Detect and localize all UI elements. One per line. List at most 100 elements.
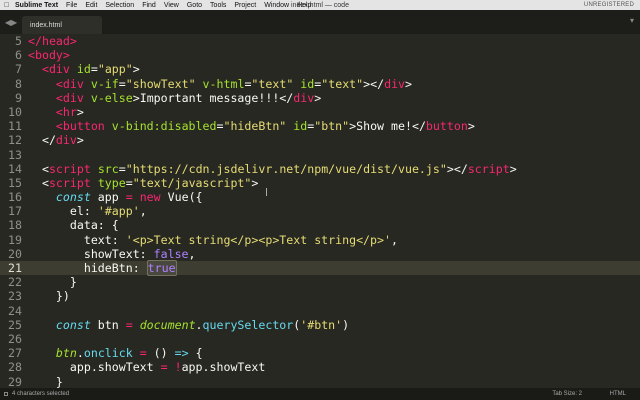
code-token: >	[76, 133, 84, 148]
line-number[interactable]: 28	[0, 360, 22, 374]
code-token: ,	[139, 204, 147, 219]
code-token: div	[293, 90, 315, 105]
code-line[interactable]: 9 <div v-else>Important message!!!</div>	[0, 91, 640, 105]
line-number[interactable]: 5	[0, 34, 22, 48]
line-number[interactable]: 12	[0, 133, 22, 147]
apple-icon[interactable]: 	[4, 2, 12, 9]
menu-app-name[interactable]: Sublime Text	[15, 2, 58, 9]
code-line[interactable]: 19 text: '<p>Text string</p><p>Text stri…	[0, 233, 640, 247]
code-line[interactable]: 20 showText: false,	[0, 247, 640, 261]
code-line[interactable]: 14 <script src="https://cdn.jsdelivr.net…	[0, 162, 640, 176]
code-token: >	[132, 62, 140, 77]
code-line[interactable]: 8 <div v-if="showText" v-html="text" id=…	[0, 77, 640, 91]
code-line[interactable]: 15 <script type="text/javascript">	[0, 176, 640, 190]
line-number[interactable]: 6	[0, 48, 22, 62]
line-number[interactable]: 8	[0, 77, 22, 91]
line-number[interactable]: 16	[0, 190, 22, 204]
code-token: }	[28, 374, 63, 389]
line-number[interactable]: 11	[0, 119, 22, 133]
code-line[interactable]: 13	[0, 148, 640, 162]
code-token: ()	[146, 346, 175, 361]
menu-file[interactable]: File	[66, 2, 77, 9]
line-number[interactable]: 25	[0, 318, 22, 332]
menu-project[interactable]: Project	[234, 2, 256, 9]
menu-goto[interactable]: Goto	[187, 2, 202, 9]
panel-toggle-icon[interactable]	[4, 392, 8, 396]
code-text: <body>	[28, 48, 70, 62]
menu-tools[interactable]: Tools	[210, 2, 226, 9]
code-token: button	[425, 119, 468, 134]
line-number[interactable]: 19	[0, 233, 22, 247]
code-token: =	[125, 175, 133, 190]
tab-size-selector[interactable]: Tab Size: 2	[552, 391, 582, 397]
code-line[interactable]: 5 </head>	[0, 34, 640, 48]
code-line[interactable]: 27 btn.onclick = () => {	[0, 346, 640, 360]
code-token: ></	[363, 76, 385, 91]
code-token: "hideBtn"	[223, 119, 287, 134]
code-token: body	[34, 48, 63, 63]
line-number[interactable]: 24	[0, 304, 22, 318]
code-line[interactable]: 7 <div id="app">	[0, 62, 640, 76]
code-line[interactable]: 11 <button v-bind:disabled="hideBtn" id=…	[0, 119, 640, 133]
code-token: <	[28, 175, 49, 190]
line-number[interactable]: 10	[0, 105, 22, 119]
code-text: })	[28, 289, 70, 303]
line-number[interactable]: 29	[0, 375, 22, 389]
code-line[interactable]: 29 }	[0, 375, 640, 389]
menu-find[interactable]: Find	[142, 2, 156, 9]
line-number[interactable]: 27	[0, 346, 22, 360]
code-token: true	[146, 260, 177, 276]
code-line[interactable]: 6 <body>	[0, 48, 640, 62]
code-token: type	[97, 175, 126, 190]
line-number[interactable]: 22	[0, 275, 22, 289]
line-number[interactable]: 20	[0, 247, 22, 261]
menu-view[interactable]: View	[164, 2, 179, 9]
code-line[interactable]: 17 el: '#app',	[0, 204, 640, 218]
code-line[interactable]: 22 }	[0, 275, 640, 289]
code-token: button	[62, 119, 105, 134]
code-line[interactable]: 18 data: {	[0, 218, 640, 232]
code-line[interactable]: 10 <hr>	[0, 105, 640, 119]
code-token: text:	[28, 232, 126, 247]
code-token: v-if	[90, 76, 119, 91]
tab-dropdown-icon[interactable]: ▾	[630, 16, 634, 25]
code-token: ,	[390, 232, 398, 247]
code-editor[interactable]: 5 </head> 6 <body> 7 <div id="app"> 8 <div v-…	[0, 34, 640, 388]
code-line[interactable]: 23 })	[0, 289, 640, 303]
line-number[interactable]: 18	[0, 218, 22, 232]
tab-index-html[interactable]: index.html	[22, 16, 102, 34]
line-number[interactable]: 13	[0, 148, 22, 162]
code-token: '#app'	[97, 204, 140, 219]
line-number[interactable]: 23	[0, 289, 22, 303]
code-line[interactable]: 28 app.showText = !app.showText	[0, 360, 640, 374]
line-number[interactable]: 14	[0, 162, 22, 176]
tab-nav-arrows-icon[interactable]: ◀▶	[0, 10, 22, 34]
code-token: false	[153, 246, 189, 261]
code-text: }	[28, 375, 63, 389]
code-line[interactable]: 21 hideBtn: true	[0, 260, 640, 276]
line-number[interactable]: 15	[0, 176, 22, 190]
code-text: <div id="app">	[28, 62, 140, 76]
line-number[interactable]: 7	[0, 62, 22, 76]
menu-edit[interactable]: Edit	[85, 2, 97, 9]
code-line[interactable]: 16 const app = new Vue({	[0, 190, 640, 204]
code-line[interactable]: 24	[0, 304, 640, 318]
line-number[interactable]: 17	[0, 204, 22, 218]
code-token: div	[48, 62, 70, 77]
menu-window[interactable]: Window	[264, 2, 289, 9]
code-line[interactable]: 26	[0, 332, 640, 346]
line-number[interactable]: 9	[0, 91, 22, 105]
menu-selection[interactable]: Selection	[105, 2, 134, 9]
code-text: showText: false,	[28, 247, 196, 261]
syntax-selector[interactable]: HTML	[610, 391, 626, 397]
code-line[interactable]: 12 </div>	[0, 133, 640, 147]
line-number[interactable]: 26	[0, 332, 22, 346]
code-token: '#btn'	[300, 317, 343, 332]
code-line[interactable]: 25 const btn = document.querySelector('#…	[0, 318, 640, 332]
code-token: =	[125, 190, 133, 205]
code-token: app.showText	[28, 360, 161, 375]
line-number[interactable]: 21	[0, 261, 22, 275]
